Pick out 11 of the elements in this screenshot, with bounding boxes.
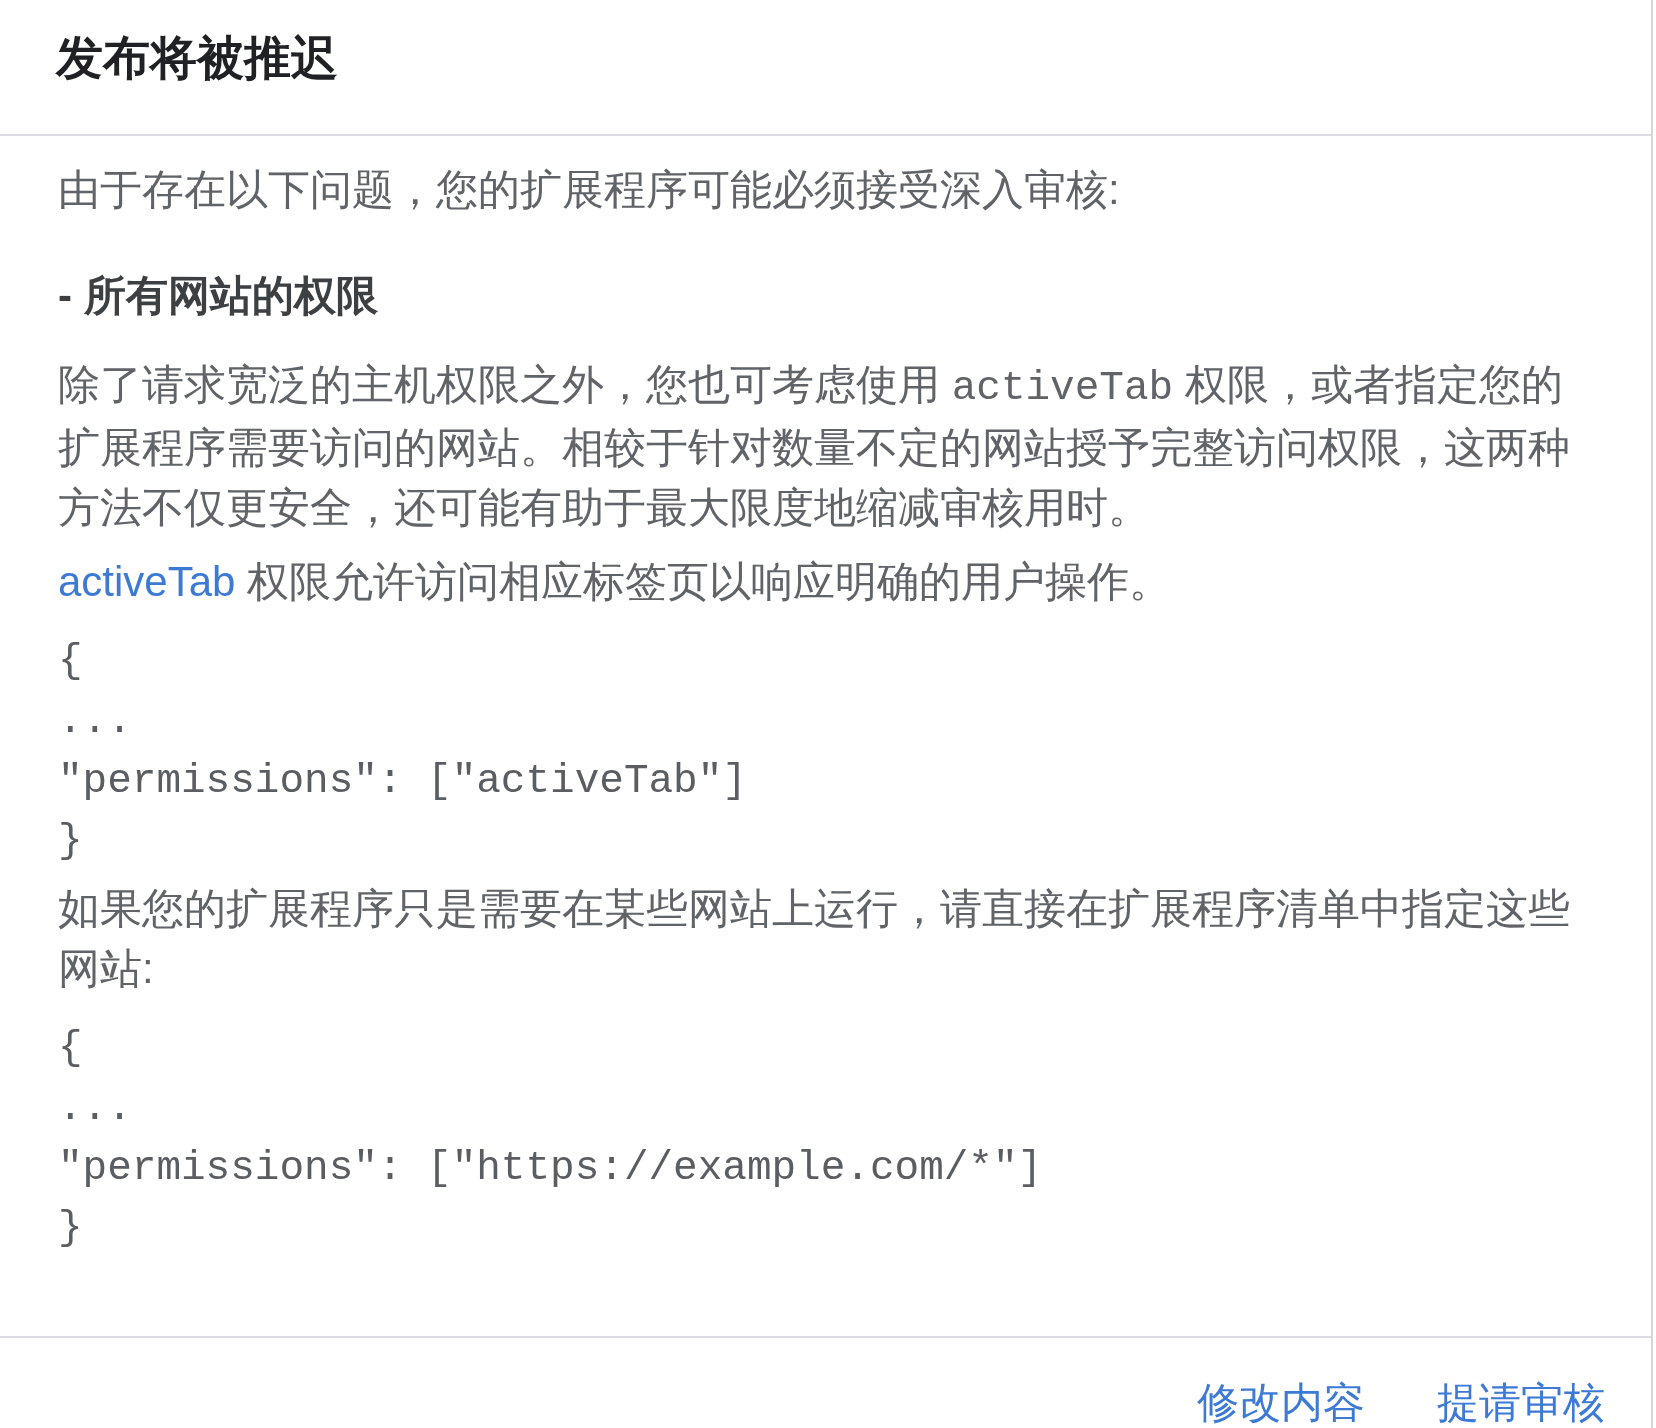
activetab-link[interactable]: activeTab	[58, 558, 236, 605]
code-snippet: { ... "permissions": ["activeTab"] }	[58, 637, 748, 866]
body-text: 如果您的扩展程序只是需要在某些网站上运行，请直接在扩展程序清单中指定这些网站:	[58, 884, 1571, 994]
body-text: activeTab 权限允许访问相应标签页以响应明确的用户操作。	[58, 557, 1173, 607]
body-text: 由于存在以下问题，您的扩展程序可能必须接受深入审核:	[58, 165, 1121, 215]
edit-content-button[interactable]: 修改内容	[1185, 1382, 1377, 1424]
code-snippet: { ... "permissions": ["https://example.com/*"] }	[58, 1024, 1044, 1253]
dialog-title: 发布将被推迟	[56, 30, 338, 86]
submit-review-button[interactable]: 提请审核	[1425, 1382, 1617, 1424]
body-text: 除了请求宽泛的主机权限之外，您也可考虑使用 activeTab 权限，或者指定您的扩展程序需要访问的网站。相较于针对数量不定的网站授予完整访问权限，这两种方法不仅更安全，还可能有助于最大限度地缩减审核用时。	[58, 360, 1571, 533]
issue-heading: - 所有网站的权限	[58, 271, 379, 321]
